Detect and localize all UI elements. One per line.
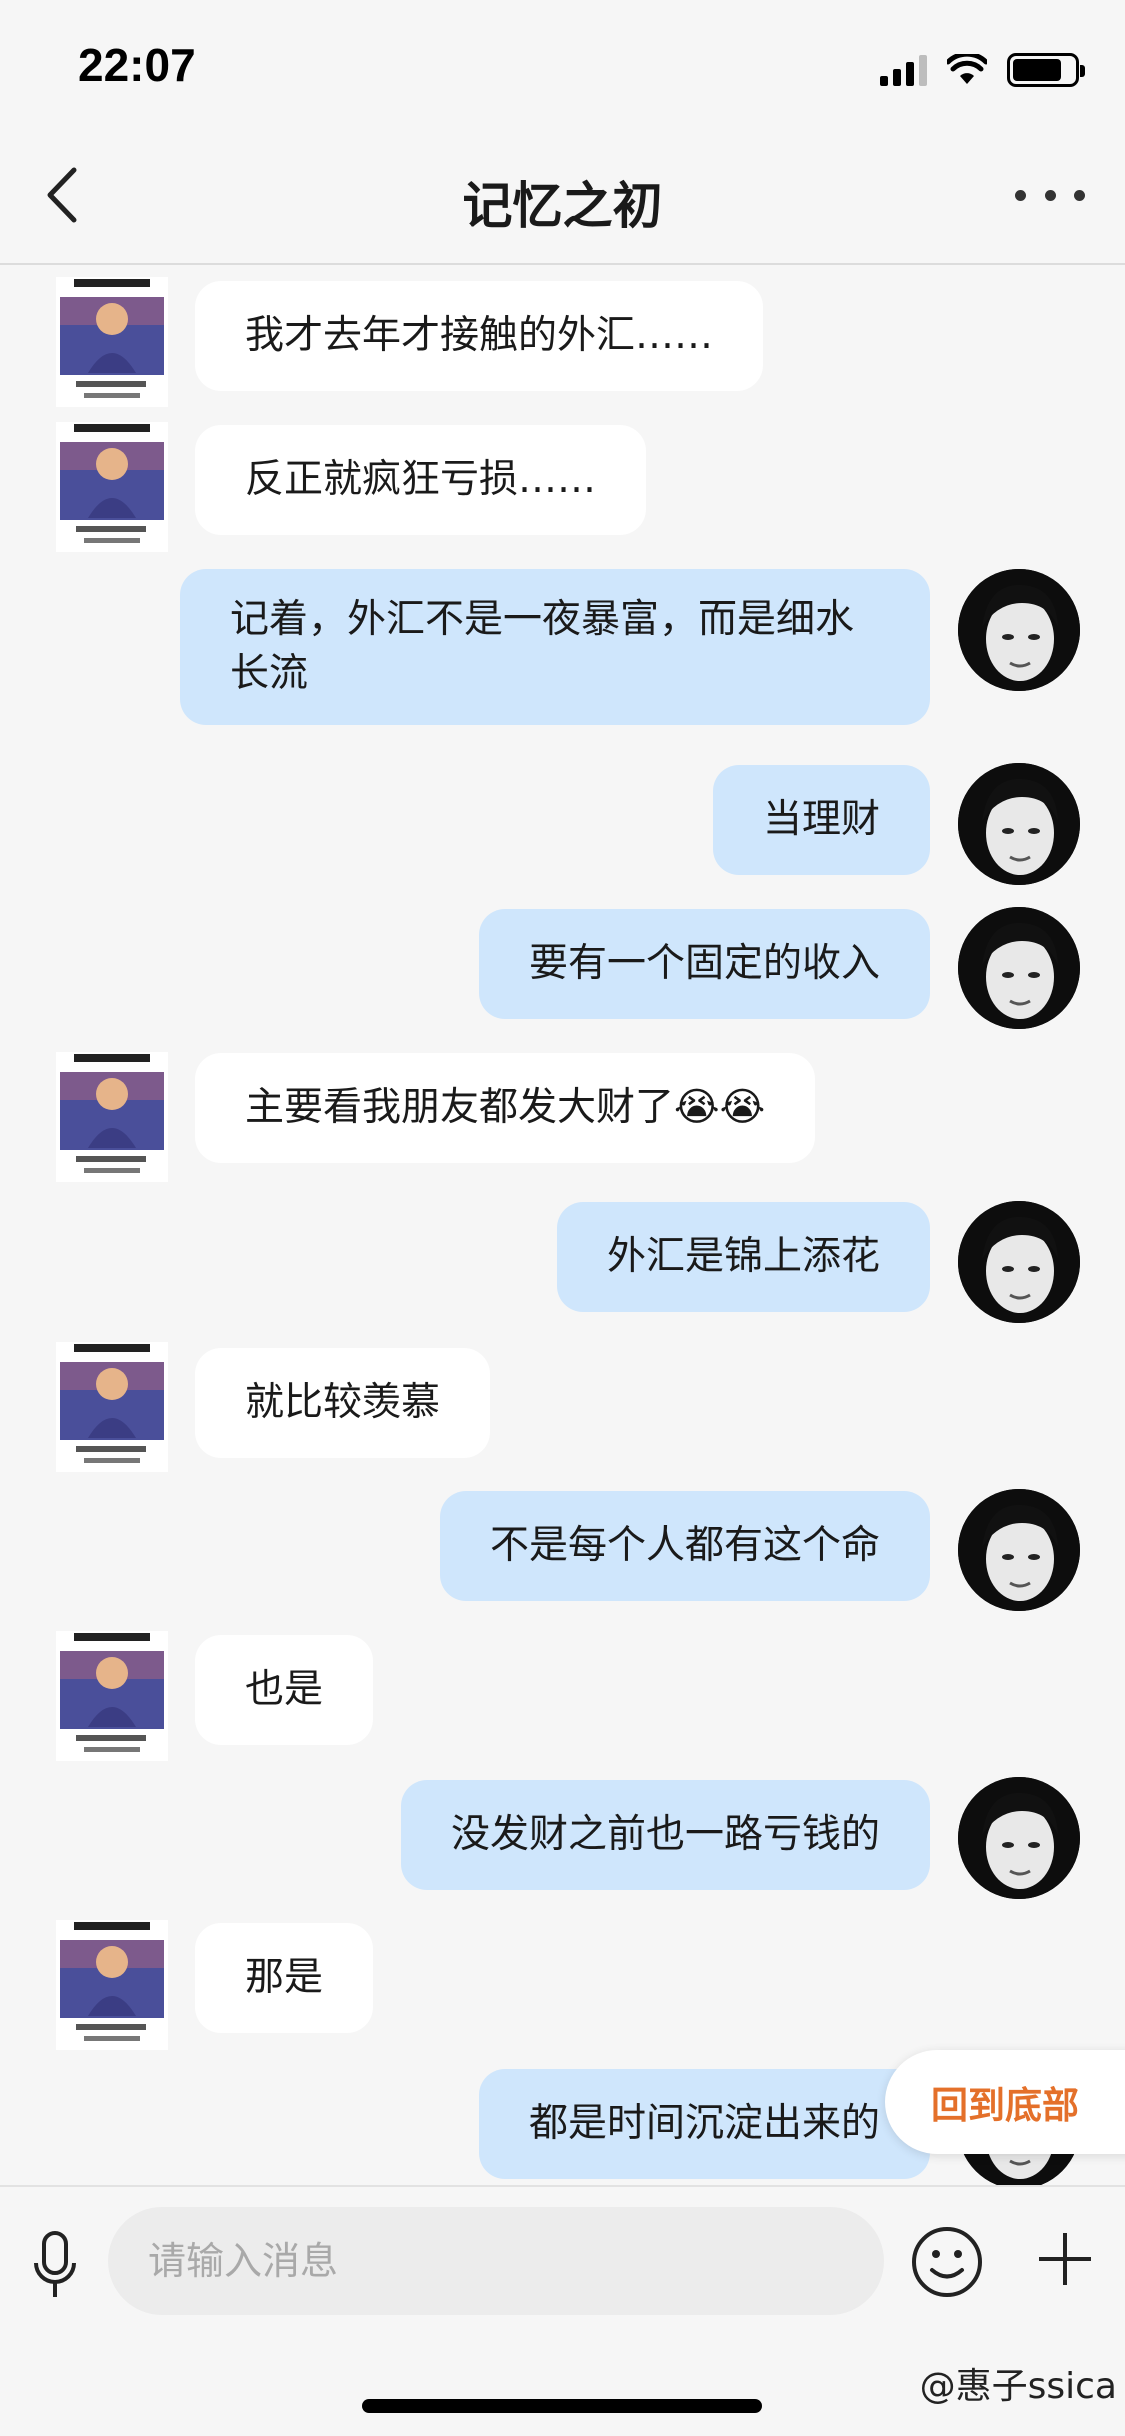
message-bubble-outgoing[interactable]: 要有一个固定的收入 [478,909,930,1019]
contact-avatar[interactable] [56,277,168,407]
message-bubble-outgoing[interactable]: 没发财之前也一路亏钱的 [400,1780,930,1890]
message-bubble-outgoing[interactable]: 不是每个人都有这个命 [439,1491,930,1601]
message-bubble-incoming[interactable]: 就比较羡慕 [195,1348,491,1458]
message-bubble-outgoing[interactable]: 外汇是锦上添花 [556,1202,930,1312]
status-icons [880,50,1085,90]
battery-fill [1013,59,1061,81]
microphone-icon [34,2231,76,2297]
contact-avatar[interactable] [56,1920,168,2050]
chat-title: 记忆之初 [462,177,663,235]
message-bubble-incoming[interactable]: 也是 [195,1635,374,1745]
input-bar: @惠子ssica [0,2185,1125,2436]
message-bubble-outgoing[interactable]: 记着，外汇不是一夜暴富，而是细水长流 [180,569,930,725]
user-avatar[interactable] [958,1777,1080,1899]
user-avatar[interactable] [958,1201,1080,1323]
message-bubble-incoming[interactable]: 那是 [195,1923,374,2033]
message-bubble-incoming[interactable]: 我才去年才接触的外汇…… [195,281,764,391]
contact-avatar[interactable] [56,1052,168,1182]
more-button[interactable] [1015,180,1085,210]
user-avatar[interactable] [958,569,1080,691]
status-bar: 22:07 [0,0,1125,130]
battery-icon [1007,53,1085,87]
emoji-icon [912,2227,982,2297]
message-input[interactable] [108,2207,884,2315]
message-list: 我才去年才接触的外汇…… 反正就疯狂亏损…… 记着，外汇不是一夜暴富，而是细水长… [0,267,1125,2185]
plus-icon [1039,2233,1091,2285]
nav-bar: 记忆之初 [0,130,1125,265]
home-indicator [362,2399,762,2413]
user-avatar[interactable] [958,1489,1080,1611]
status-time: 22:07 [78,39,196,91]
contact-avatar[interactable] [56,1342,168,1472]
message-bubble-outgoing[interactable]: 当理财 [712,765,930,875]
cellular-signal-icon [880,54,927,86]
back-to-bottom-button[interactable]: 回到底部 [885,2050,1125,2154]
watermark: @惠子ssica [919,2366,1117,2407]
user-avatar[interactable] [958,763,1080,885]
emoji-button[interactable] [910,2225,984,2299]
wifi-icon [947,54,987,84]
contact-avatar[interactable] [56,1631,168,1761]
contact-avatar[interactable] [56,422,168,552]
message-bubble-outgoing[interactable]: 都是时间沉淀出来的 [478,2069,930,2179]
plus-button[interactable] [1035,2229,1095,2289]
message-bubble-incoming[interactable]: 反正就疯狂亏损…… [195,425,647,535]
user-avatar[interactable] [958,907,1080,1029]
message-bubble-incoming[interactable]: 主要看我朋友都发大财了😭😭 [195,1053,816,1163]
more-dots-icon [1015,189,1026,201]
voice-input-button[interactable] [30,2227,80,2307]
